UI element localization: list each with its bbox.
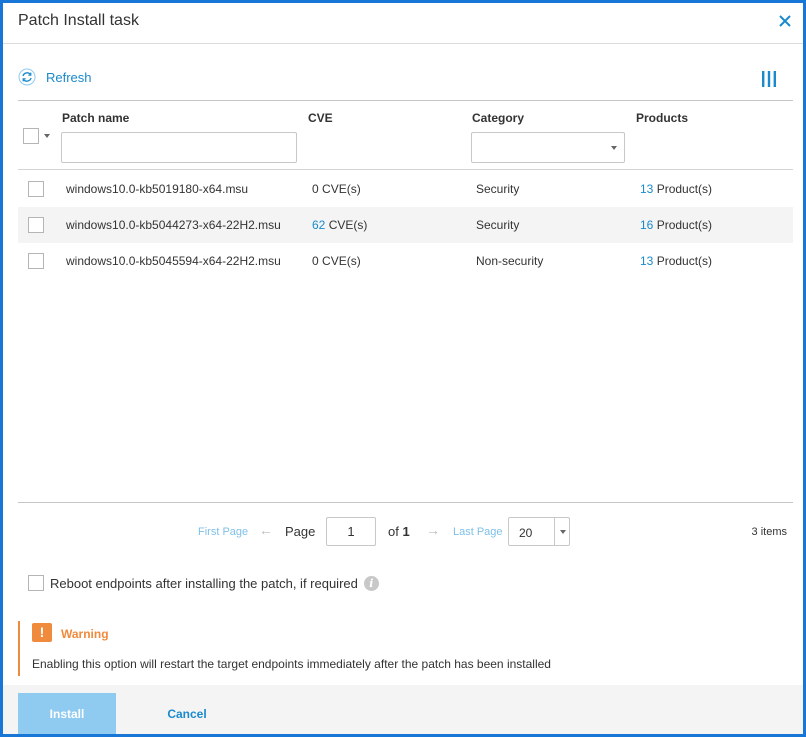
column-header-products[interactable]: Products [636,111,688,125]
column-header-patch-name[interactable]: Patch name [62,111,129,125]
refresh-icon [18,68,36,86]
dialog-title: Patch Install task [18,12,139,29]
table-row[interactable]: windows10.0-kb5044273-x64-22H2.msu 62 CV… [18,207,793,243]
select-all-checkbox[interactable] [23,128,39,144]
reboot-label[interactable]: Reboot endpoints after installing the pa… [50,576,358,591]
install-button[interactable]: Install [18,693,116,734]
items-count: 3 items [751,526,787,538]
product-suffix: Product(s) [653,218,713,232]
total-pages: 1 [402,524,410,539]
cancel-button[interactable]: Cancel [153,693,221,734]
product-suffix: Product(s) [653,254,713,268]
warning-icon: ! [32,623,52,642]
products-cell: 13 Product(s) [640,254,712,268]
page-total: of 1 [388,524,410,539]
product-count-link[interactable]: 13 [640,254,653,268]
cve-cell: 62 CVE(s) [312,218,367,232]
patch-name-cell: windows10.0-kb5044273-x64-22H2.msu [66,218,281,232]
close-icon[interactable] [777,13,793,29]
patch-name-cell: windows10.0-kb5019180-x64.msu [66,182,249,196]
select-options-caret-icon[interactable] [44,134,50,138]
cve-suffix: CVE(s) [325,218,368,232]
product-count-link[interactable]: 16 [640,218,653,232]
cve-suffix: CVE(s) [318,182,361,196]
previous-page-arrow-icon[interactable]: ← [259,522,273,538]
refresh-label: Refresh [46,69,92,85]
cve-count: 0 [312,182,319,196]
row-checkbox[interactable] [28,181,44,197]
category-cell: Security [476,218,520,232]
table-row[interactable]: windows10.0-kb5019180-x64.msu 0 CVE(s) S… [18,171,793,207]
patch-name-cell: windows10.0-kb5045594-x64-22H2.msu [66,254,281,268]
pagination: First Page ← Page of 1 → Last Page 20 3 … [3,515,803,549]
column-header-cve[interactable]: CVE [308,111,333,125]
cve-cell: 0 CVE(s) [312,182,361,196]
next-page-arrow-icon[interactable]: → [426,522,440,538]
chevron-down-icon [560,530,566,534]
cve-count-link[interactable]: 62 [312,218,325,232]
warning-title: Warning [61,627,109,641]
product-suffix: Product(s) [653,182,713,196]
row-checkbox[interactable] [28,217,44,233]
first-page-link[interactable]: First Page [198,526,248,538]
info-icon[interactable]: i [363,575,379,591]
reboot-checkbox[interactable] [28,575,44,591]
products-cell: 13 Product(s) [640,182,712,196]
table-row[interactable]: windows10.0-kb5045594-x64-22H2.msu 0 CVE… [18,243,793,279]
dialog-header: Patch Install task [3,3,803,44]
column-header-category[interactable]: Category [472,111,524,125]
page-size-divider [554,518,555,545]
patch-name-filter-input[interactable] [61,132,297,163]
category-cell: Security [476,182,520,196]
refresh-button[interactable]: Refresh [18,67,92,87]
row-checkbox[interactable] [28,253,44,269]
dialog-footer: Install Cancel [3,685,803,734]
of-label: of [388,524,399,539]
category-cell: Non-security [476,254,544,268]
page-size-select[interactable]: 20 [508,517,570,546]
reboot-option: Reboot endpoints after installing the pa… [28,574,379,592]
warning-text: Enabling this option will restart the ta… [32,657,551,671]
category-filter-select[interactable] [471,132,625,163]
chevron-down-icon [611,146,617,150]
product-count-link[interactable]: 13 [640,182,653,196]
table-header: Patch name CVE Category Products [18,101,793,170]
cve-suffix: CVE(s) [318,254,361,268]
patch-install-dialog: Patch Install task Refresh Patch name CV… [0,0,806,737]
cve-count: 0 [312,254,319,268]
last-page-link[interactable]: Last Page [453,526,503,538]
page-size-value: 20 [519,526,533,540]
products-cell: 16 Product(s) [640,218,712,232]
column-selector-icon[interactable] [761,71,777,87]
warning-panel: ! Warning Enabling this option will rest… [18,621,798,676]
page-number-input[interactable] [326,517,376,546]
cve-cell: 0 CVE(s) [312,254,361,268]
page-label: Page [285,524,316,539]
patch-table: Patch name CVE Category Products windows… [18,100,793,503]
